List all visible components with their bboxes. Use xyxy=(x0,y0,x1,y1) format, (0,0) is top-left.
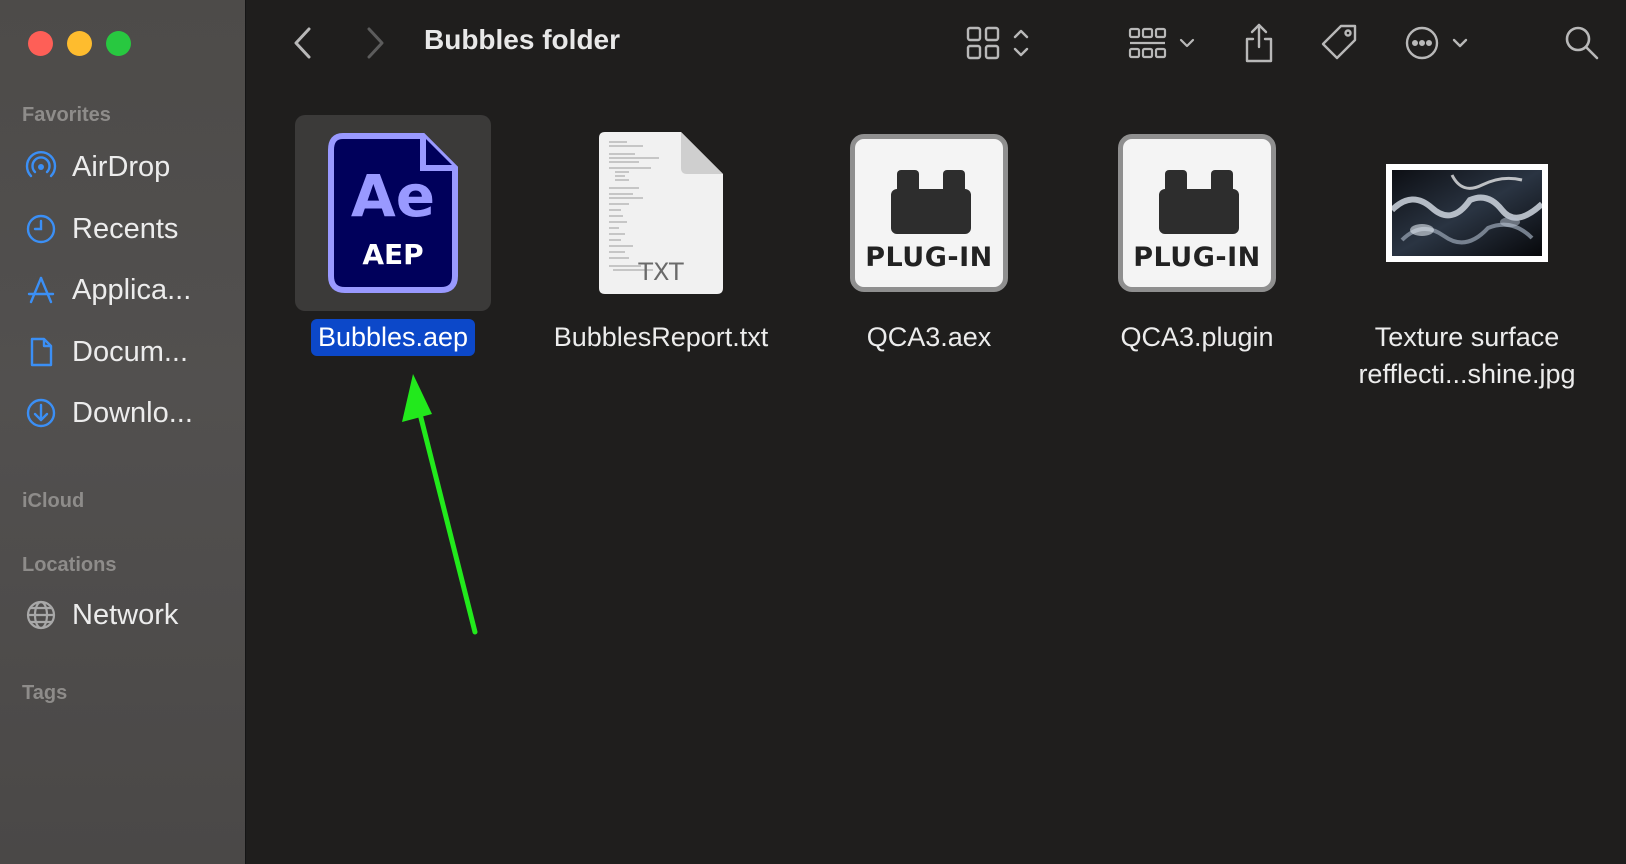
window-controls xyxy=(28,31,131,56)
download-icon xyxy=(26,398,56,428)
zoom-window-button[interactable] xyxy=(106,31,131,56)
sidebar-section-favorites: Favorites xyxy=(22,104,111,126)
clock-icon xyxy=(26,214,56,244)
airdrop-icon xyxy=(25,151,57,178)
sidebar-section-tags[interactable]: Tags xyxy=(22,682,67,705)
globe-icon xyxy=(26,600,56,630)
sidebar-section-icloud[interactable]: iCloud xyxy=(22,490,84,513)
sidebar-item-applications[interactable]: Applica... xyxy=(24,270,234,310)
sidebar-item-documents[interactable]: Docum... xyxy=(24,332,234,372)
sidebar-item-label: Network xyxy=(72,598,179,631)
sidebar-section-locations: Locations xyxy=(22,554,117,576)
minimize-window-button[interactable] xyxy=(67,31,92,56)
sidebar-item-label: Docum... xyxy=(72,335,189,368)
sidebar-item-label: Downlo... xyxy=(72,396,193,429)
sidebar-item-network[interactable]: Network xyxy=(24,595,234,635)
sidebar-item-label: Applica... xyxy=(72,273,192,306)
sidebar-item-label: Recents xyxy=(72,212,179,245)
file-browser: Bubbles folder Ae AEP Bubbles.aep TXT Bu… xyxy=(247,0,1626,864)
sidebar-item-downloads[interactable]: Downlo... xyxy=(24,393,234,433)
applications-icon xyxy=(27,276,55,304)
sidebar-item-recents[interactable]: Recents xyxy=(24,209,234,249)
annotation-arrow xyxy=(402,374,478,635)
document-icon xyxy=(30,337,53,367)
sidebar-item-airdrop[interactable]: AirDrop xyxy=(24,147,234,187)
sidebar: Favorites AirDrop Recents Applica... Doc… xyxy=(0,0,246,864)
close-window-button[interactable] xyxy=(28,31,53,56)
sidebar-item-label: AirDrop xyxy=(72,150,171,183)
